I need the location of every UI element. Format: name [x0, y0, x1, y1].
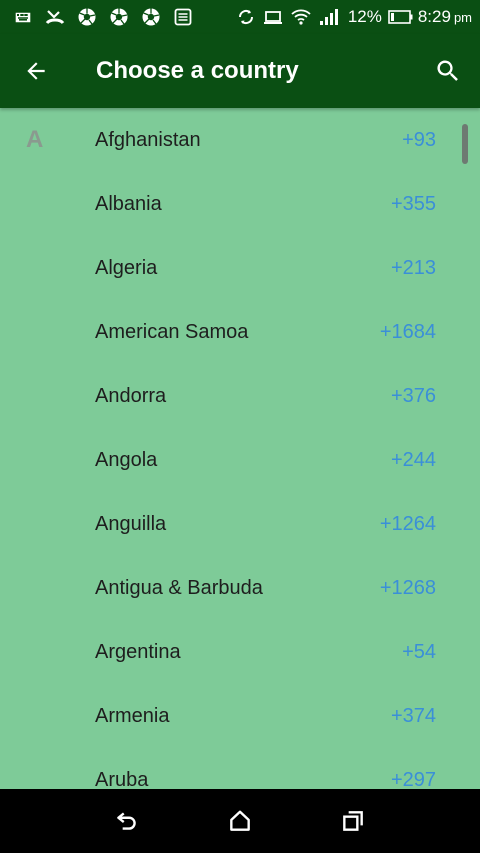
list-item[interactable]: Aruba +297	[0, 748, 480, 790]
country-name: American Samoa	[95, 320, 249, 343]
list-item[interactable]: A Afghanistan +93	[0, 108, 480, 172]
navigation-bar	[0, 789, 480, 853]
wifi-icon	[290, 6, 312, 28]
country-name: Andorra	[95, 384, 167, 407]
country-code: +1268	[379, 576, 436, 599]
country-list[interactable]: A Afghanistan +93 Albania +355 Algeria +…	[0, 108, 480, 789]
country-name: Armenia	[95, 704, 170, 727]
list-item[interactable]: Antigua & Barbuda +1268	[0, 556, 480, 620]
section-letter: A	[26, 126, 44, 153]
back-button[interactable]	[12, 47, 60, 95]
recents-icon	[343, 811, 364, 831]
aperture-icon	[76, 6, 98, 28]
country-code: +374	[390, 704, 436, 727]
country-code: +54	[402, 640, 436, 663]
page-title: Choose a country	[96, 57, 299, 84]
screen: 12% 8:29 pm Choose a country A Afghanist…	[0, 0, 480, 853]
country-code: +213	[390, 256, 436, 279]
list-item[interactable]: Andorra +376	[0, 364, 480, 428]
aperture-icon	[108, 6, 130, 28]
search-icon	[437, 60, 458, 81]
country-name: Antigua & Barbuda	[95, 576, 263, 599]
list-item[interactable]: Angola +244	[0, 428, 480, 492]
nav-home-button[interactable]	[216, 797, 264, 845]
news-icon	[172, 6, 194, 28]
aperture-icon	[140, 6, 162, 28]
country-code: +244	[390, 448, 436, 471]
country-name: Aruba	[95, 768, 149, 790]
nav-back-button[interactable]	[103, 797, 151, 845]
back-nav-icon	[116, 812, 136, 830]
list-item[interactable]: Anguilla +1264	[0, 492, 480, 556]
scrollbar-thumb[interactable]	[462, 124, 468, 164]
list-item[interactable]: Armenia +374	[0, 684, 480, 748]
list-item[interactable]: Argentina +54	[0, 620, 480, 684]
country-code: +1264	[379, 512, 436, 535]
keyboard-icon	[12, 6, 34, 28]
missed-call-icon	[44, 6, 66, 28]
country-name: Anguilla	[95, 512, 167, 535]
country-name: Algeria	[95, 256, 158, 279]
list-item[interactable]: Albania +355	[0, 172, 480, 236]
country-name: Argentina	[95, 640, 181, 663]
country-code: +376	[390, 384, 436, 407]
status-left-icons	[12, 6, 204, 28]
arrow-back-icon	[27, 62, 45, 80]
country-code: +1684	[379, 320, 436, 343]
status-bar: 12% 8:29 pm	[0, 0, 480, 34]
country-name: Afghanistan	[95, 128, 201, 151]
clock-suffix: pm	[453, 9, 472, 25]
country-code: +297	[390, 768, 436, 790]
laptop-icon	[262, 6, 284, 28]
list-item[interactable]: American Samoa +1684	[0, 300, 480, 364]
clock: 8:29	[417, 7, 451, 26]
list-item[interactable]: Algeria +213	[0, 236, 480, 300]
status-right-icons: 12% 8:29 pm	[230, 6, 472, 28]
battery-level: 12%	[347, 7, 382, 26]
sync-icon	[236, 6, 256, 28]
country-code: +93	[402, 128, 436, 151]
battery-icon	[388, 6, 414, 28]
search-button[interactable]	[424, 47, 472, 95]
country-name: Angola	[95, 448, 158, 471]
app-bar: Choose a country	[0, 34, 480, 108]
signal-icon	[318, 6, 344, 28]
country-code: +355	[390, 192, 436, 215]
nav-recents-button[interactable]	[329, 797, 377, 845]
country-name: Albania	[95, 192, 162, 215]
home-icon	[230, 810, 250, 831]
